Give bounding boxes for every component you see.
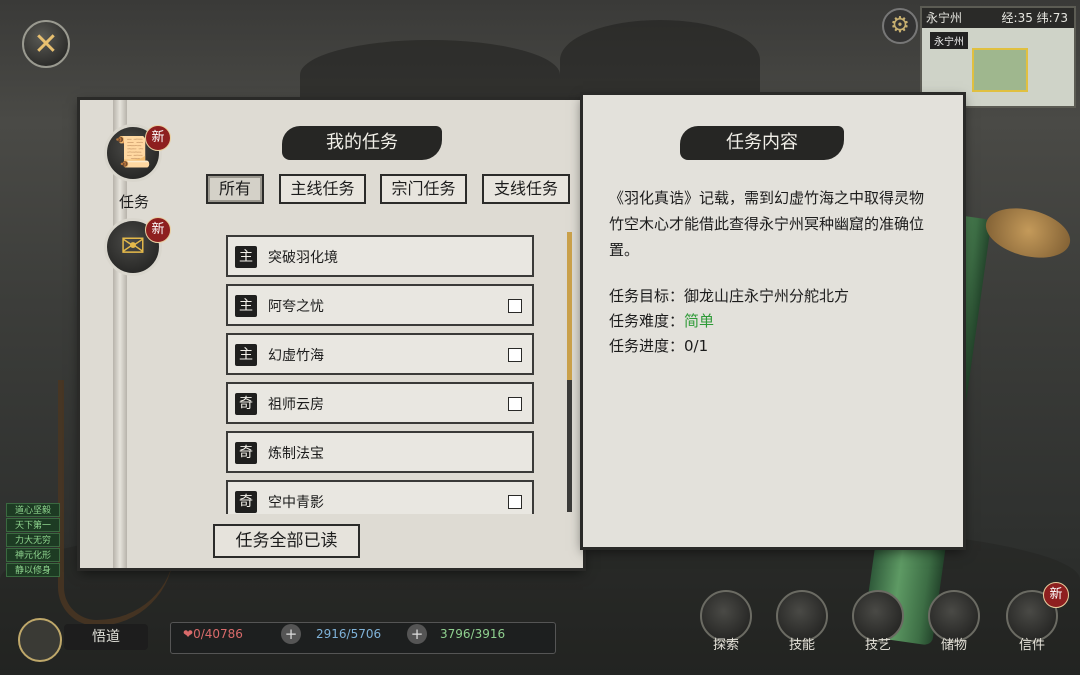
- quest-target-line: 任务目标：御龙山庄永宁州分舵北方: [609, 285, 849, 306]
- quest-type-tag: 主: [235, 246, 257, 268]
- quest-content-title: 任务内容: [680, 126, 844, 160]
- letter-icon: ✉: [120, 229, 146, 264]
- gear-icon: ⚙: [890, 13, 910, 38]
- minimap-view-frame: [972, 48, 1028, 92]
- sp-value: 3796/3916: [440, 627, 505, 641]
- skills-label: 技能: [788, 638, 815, 653]
- quest-name: 祖师云房: [268, 397, 324, 413]
- quest-name: 炼制法宝: [268, 446, 324, 462]
- quest-list-scroll-thumb[interactable]: [567, 232, 572, 380]
- hp-value: ❤0/40786: [183, 627, 243, 641]
- buff-tag: 道心坚毅: [6, 503, 60, 517]
- quest-difficulty-line: 任务难度：简单: [609, 310, 714, 331]
- quest-name: 幻虚竹海: [268, 348, 324, 364]
- hp-text: 0/40786: [193, 627, 243, 641]
- buff-tag: 天下第一: [6, 518, 60, 532]
- quest-target-value: 御龙山庄永宁州分舵北方: [684, 287, 850, 305]
- quest-type-tag: 奇: [235, 393, 257, 415]
- character-button[interactable]: [18, 618, 62, 662]
- quest-description: 《羽化真诰》记载，需到幻虚竹海之中取得灵物竹空木心才能借此查得永宁州冥种幽窟的准…: [609, 189, 925, 259]
- quest-list[interactable]: 主突破羽化境主阿夸之忧主幻虚竹海奇祖师云房奇炼制法宝奇空中青影: [220, 230, 542, 514]
- tab-quests-label: 任务: [118, 193, 149, 211]
- quest-panel-title: 我的任务: [282, 126, 442, 160]
- quest-type-tag: 主: [235, 344, 257, 366]
- mark-all-read-button[interactable]: 任务全部已读: [213, 524, 360, 558]
- plus-icon: +: [410, 625, 424, 643]
- close-icon: ✕: [33, 27, 59, 62]
- quest-type-tag: 奇: [235, 491, 257, 513]
- quest-target-label: 任务目标：: [609, 287, 685, 305]
- character-button-label[interactable]: 悟道: [64, 624, 148, 650]
- quest-row[interactable]: 主幻虚竹海: [226, 333, 534, 375]
- filter-sect-quests[interactable]: 宗门任务: [380, 174, 467, 204]
- quest-track-checkbox[interactable]: [508, 495, 522, 509]
- settings-button[interactable]: ⚙: [882, 8, 918, 44]
- buff-tag: 静以修身: [6, 563, 60, 577]
- filter-all[interactable]: 所有: [206, 174, 264, 204]
- quest-row[interactable]: 奇空中青影: [226, 480, 534, 514]
- explore-label: 探索: [712, 638, 739, 653]
- quest-track-checkbox[interactable]: [508, 299, 522, 313]
- new-badge: 新: [145, 125, 171, 151]
- quest-row[interactable]: 主阿夸之忧: [226, 284, 534, 326]
- minimap-coordinates: 经:35 纬:73: [1001, 11, 1068, 25]
- minimap[interactable]: 永宁州 经:35 纬:73 永宁州: [920, 6, 1076, 108]
- quest-name: 空中青影: [268, 495, 324, 511]
- minimap-location-name: 永宁州: [926, 11, 963, 25]
- quest-name: 阿夸之忧: [268, 299, 324, 315]
- mp-text: 2916/5706: [316, 627, 382, 641]
- quest-type-tag: 主: [235, 295, 257, 317]
- sp-text: 3796/3916: [440, 627, 506, 641]
- new-badge: 新: [1043, 582, 1069, 608]
- quest-progress-value: 0/1: [684, 337, 709, 355]
- minimap-header: 永宁州 经:35 纬:73: [922, 8, 1074, 28]
- quest-difficulty-value: 简单: [684, 312, 715, 330]
- mp-value: 2916/5706: [316, 627, 381, 641]
- new-badge: 新: [145, 217, 171, 243]
- filter-main-quests[interactable]: 主线任务: [279, 174, 366, 204]
- minimap-region-label: 永宁州: [930, 32, 968, 49]
- quest-progress-line: 任务进度：0/1: [609, 335, 708, 356]
- close-button[interactable]: ✕: [22, 20, 70, 68]
- hp-add-button[interactable]: +: [281, 624, 301, 644]
- quest-track-checkbox[interactable]: [508, 397, 522, 411]
- quest-row[interactable]: 主突破羽化境: [226, 235, 534, 277]
- quest-progress-label: 任务进度：: [609, 337, 685, 355]
- plus-icon: +: [284, 625, 298, 643]
- quest-name: 突破羽化境: [268, 250, 338, 266]
- filter-side-quests[interactable]: 支线任务: [482, 174, 570, 204]
- letters-label: 信件: [1018, 638, 1045, 653]
- quest-type-tag: 奇: [235, 442, 257, 464]
- quest-row[interactable]: 奇炼制法宝: [226, 431, 534, 473]
- quest-track-checkbox[interactable]: [508, 348, 522, 362]
- quest-difficulty-label: 任务难度：: [609, 312, 685, 330]
- buff-tag: 神元化形: [6, 548, 60, 562]
- quest-row[interactable]: 奇祖师云房: [226, 382, 534, 424]
- storage-label: 储物: [940, 638, 967, 653]
- buff-tag: 力大无穷: [6, 533, 60, 547]
- mp-add-button[interactable]: +: [407, 624, 427, 644]
- crafts-label: 技艺: [864, 638, 891, 653]
